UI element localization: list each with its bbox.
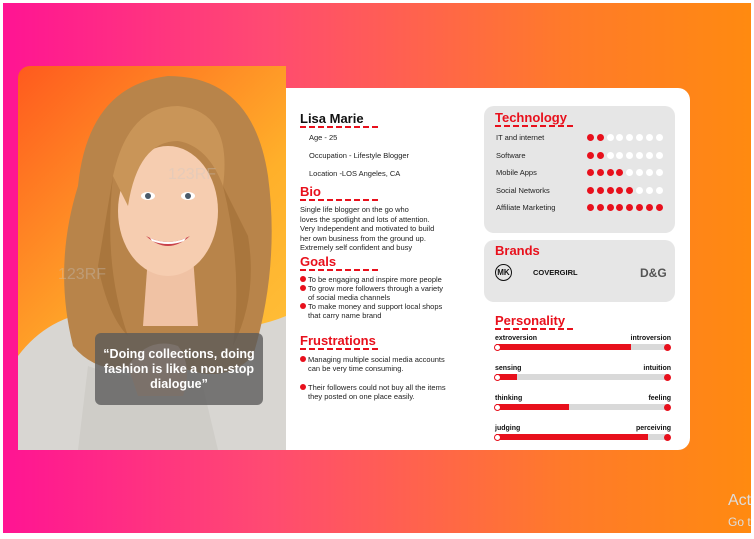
slider-start-knob	[494, 433, 501, 441]
rating-dot	[616, 186, 624, 194]
technology-label: Affiliate Marketing	[496, 203, 556, 212]
rating-dot	[636, 134, 643, 141]
rating-dot	[606, 151, 614, 159]
rating-dot	[626, 186, 634, 194]
persona-name: Lisa Marie	[300, 111, 364, 126]
rating-dot	[606, 204, 614, 211]
rating-dot	[655, 151, 663, 159]
rating-dot	[636, 204, 643, 211]
rating-dot	[645, 134, 653, 141]
trait-right-label: intuition	[643, 365, 671, 372]
rating-dot	[655, 169, 663, 176]
slider-end-knob	[664, 433, 671, 441]
rating-dot	[606, 134, 614, 141]
slider-end-knob	[664, 373, 671, 381]
rating-dot	[645, 186, 653, 194]
list-item-text: that carry name brand	[308, 311, 382, 320]
technology-label: Mobile Apps	[496, 168, 537, 177]
slider-start-knob	[494, 403, 501, 411]
activate-windows-line2: Go t	[728, 515, 751, 529]
technology-label: IT and internet	[496, 133, 545, 142]
trait-right-label: perceiving	[635, 425, 671, 432]
list-item-text: can be very time consuming.	[308, 364, 404, 373]
bio-text: Single life blogger on the go who loves t…	[300, 205, 470, 253]
dg-logo: D&G	[640, 266, 667, 280]
trait-left-label: sensing	[495, 365, 522, 372]
bio-line: Single life blogger on the go who	[300, 205, 409, 214]
trait-left-label: extroversion	[495, 335, 538, 342]
slider-end-knob	[664, 343, 671, 351]
bullet-dot-icon	[300, 356, 306, 362]
rating-dot	[596, 169, 604, 176]
bullet-dot-icon	[300, 276, 306, 282]
list-item-text: they posted on one place easily.	[308, 392, 415, 401]
goals-title: Goals	[300, 254, 337, 269]
covergirl-logo: COVERGIRL	[533, 268, 578, 277]
slider-end-knob	[664, 403, 671, 411]
trait-left-label: judging	[495, 425, 521, 432]
rating-dot	[587, 134, 594, 141]
bullet-dot-icon	[300, 285, 306, 291]
rating-dot	[596, 204, 604, 211]
rating-dot	[596, 186, 604, 194]
michael-kors-logo-icon: MK	[495, 264, 512, 281]
brands-title: Brands	[495, 243, 540, 258]
rating-dot	[587, 186, 594, 194]
trait-slider	[496, 434, 669, 440]
technology-label: Software	[496, 150, 526, 160]
rating-dot	[645, 151, 653, 159]
activate-windows-line1: Act	[728, 492, 752, 509]
trait-slider	[496, 374, 669, 380]
technology-label: Social Networks	[496, 185, 550, 195]
bullet-dot-icon	[300, 303, 306, 309]
bullet-dot-icon	[300, 384, 306, 390]
persona-quote: “Doing collections, doing fashion is lik…	[95, 333, 263, 405]
rating-dot	[587, 169, 594, 176]
rating-dot	[626, 151, 634, 159]
rating-dot	[596, 151, 604, 159]
bio-line: loves the spotlight and lots of attentio…	[300, 214, 430, 224]
frustrations-title: Frustrations	[300, 333, 376, 348]
technology-title: Technology	[495, 110, 567, 125]
rating-dot	[606, 186, 614, 194]
bio-line: her own business from the ground up.	[300, 233, 426, 243]
trait-slider-fill	[496, 434, 649, 440]
personality-title: Personality	[495, 313, 566, 328]
trait-slider	[496, 344, 669, 350]
slider-start-knob	[494, 343, 501, 351]
rating-dot	[655, 204, 663, 211]
rating-dot	[606, 169, 614, 176]
bio-title: Bio	[300, 184, 321, 199]
rating-dot	[636, 186, 643, 194]
trait-left-label: thinking	[495, 395, 523, 402]
persona-occupation: Occupation - Lifestyle Blogger	[309, 151, 410, 160]
rating-dot	[645, 204, 653, 211]
rating-dot	[645, 169, 653, 176]
persona-age: Age - 25	[309, 133, 338, 142]
persona-location: Location -LOS Angeles, CA	[309, 169, 401, 178]
slider-start-knob	[494, 373, 501, 381]
trait-right-label: feeling	[648, 395, 671, 402]
rating-dot	[587, 204, 594, 211]
bio-line: Very Independent and motivated to build	[300, 224, 435, 233]
trait-slider-fill	[496, 344, 631, 350]
trait-right-label: introversion	[630, 335, 671, 342]
bio-line: Extremely self confident and busy	[300, 243, 413, 252]
trait-slider-fill	[496, 404, 569, 410]
rating-dot	[655, 186, 663, 194]
rating-dot	[636, 151, 643, 159]
trait-slider	[496, 404, 669, 410]
rating-dot	[596, 134, 604, 141]
rating-dot	[655, 134, 663, 141]
rating-dot	[616, 151, 624, 159]
rating-dot	[636, 169, 643, 176]
rating-dot	[587, 151, 594, 159]
